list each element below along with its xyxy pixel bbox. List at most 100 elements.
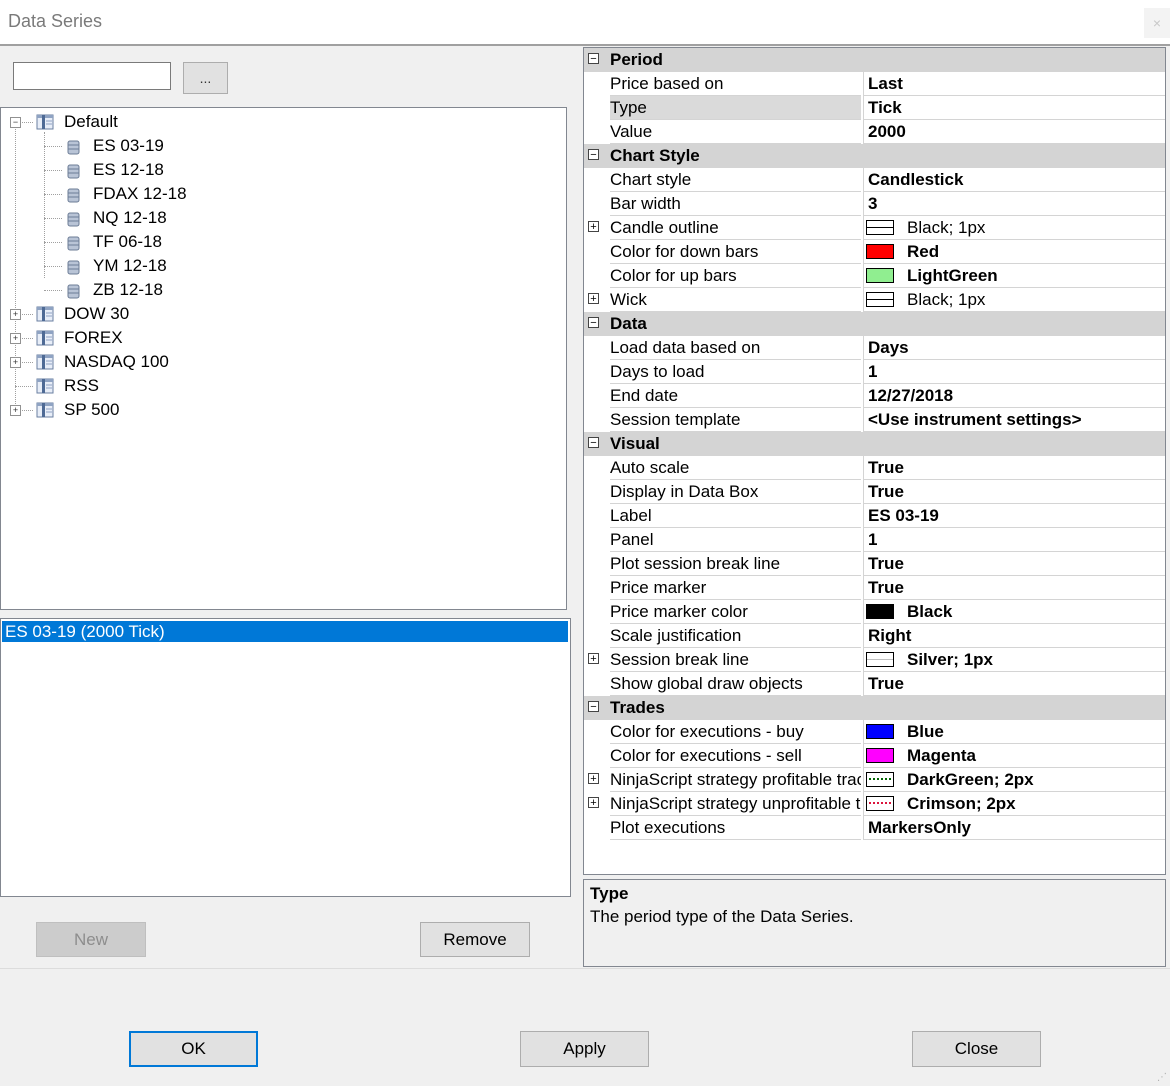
property-name[interactable]: Candle outline xyxy=(610,216,861,240)
property-value-cell[interactable]: Silver; 1px xyxy=(863,648,1165,672)
property-row-price-based-on[interactable]: Price based on Last xyxy=(584,72,1165,96)
collapse-icon[interactable]: − xyxy=(588,149,599,161)
tree-item-ym-12-18[interactable]: YM 12-18 xyxy=(1,254,561,278)
category-data[interactable]: − Data xyxy=(584,312,1165,336)
property-row-plot-executions[interactable]: Plot executions MarkersOnly xyxy=(584,816,1165,840)
remove-button[interactable]: Remove xyxy=(420,922,530,957)
expand-icon[interactable]: + xyxy=(10,333,21,344)
property-row-scale-justification[interactable]: Scale justification Right xyxy=(584,624,1165,648)
tree-item-nasdaq-100[interactable]: + NASDAQ 100 xyxy=(1,350,561,374)
property-name[interactable]: Price marker xyxy=(610,576,861,600)
property-value-cell[interactable]: True xyxy=(863,480,1165,504)
property-name[interactable]: Price marker color xyxy=(610,600,861,624)
property-name[interactable]: Load data based on xyxy=(610,336,861,360)
property-row-ninjascript-strategy-profitable-trac[interactable]: + NinjaScript strategy profitable trac Dar… xyxy=(584,768,1165,792)
property-value-cell[interactable]: Black xyxy=(863,600,1165,624)
tree-item-sp-500[interactable]: + SP 500 xyxy=(1,398,561,422)
property-name[interactable]: Color for executions - buy xyxy=(610,720,861,744)
property-row-session-break-line[interactable]: + Session break line Silver; 1px xyxy=(584,648,1165,672)
instrument-search-input[interactable] xyxy=(13,62,171,90)
data-series-list[interactable]: ES 03-19 (2000 Tick) xyxy=(0,618,571,897)
property-name[interactable]: End date xyxy=(610,384,861,408)
property-row-wick[interactable]: + Wick Black; 1px xyxy=(584,288,1165,312)
property-value-cell[interactable]: True xyxy=(863,672,1165,696)
property-name[interactable]: Plot executions xyxy=(610,816,861,840)
property-name[interactable]: Display in Data Box xyxy=(610,480,861,504)
category-period[interactable]: − Period xyxy=(584,48,1165,72)
property-name[interactable]: NinjaScript strategy unprofitable tr xyxy=(610,792,861,816)
property-name[interactable]: Session break line xyxy=(610,648,861,672)
property-name[interactable]: Bar width xyxy=(610,192,861,216)
property-name[interactable]: Auto scale xyxy=(610,456,861,480)
expand-icon[interactable]: + xyxy=(588,221,599,233)
close-button[interactable]: Close xyxy=(912,1031,1041,1067)
property-name[interactable]: NinjaScript strategy profitable trac xyxy=(610,768,861,792)
property-row-color-for-executions-sell[interactable]: Color for executions - sell Magenta xyxy=(584,744,1165,768)
expand-icon[interactable]: + xyxy=(588,773,599,785)
collapse-icon[interactable]: − xyxy=(588,317,599,329)
property-value-cell[interactable]: Crimson; 2px xyxy=(863,792,1165,816)
property-name[interactable]: Scale justification xyxy=(610,624,861,648)
property-name[interactable]: Chart style xyxy=(610,168,861,192)
expand-icon[interactable]: + xyxy=(588,293,599,305)
property-name[interactable]: Color for up bars xyxy=(610,264,861,288)
property-value-cell[interactable]: Blue xyxy=(863,720,1165,744)
property-value-cell[interactable]: Black; 1px xyxy=(863,288,1165,312)
property-row-label[interactable]: Label ES 03-19 xyxy=(584,504,1165,528)
property-row-display-in-data-box[interactable]: Display in Data Box True xyxy=(584,480,1165,504)
property-row-color-for-up-bars[interactable]: Color for up bars LightGreen xyxy=(584,264,1165,288)
property-row-ninjascript-strategy-unprofitable-tr[interactable]: + NinjaScript strategy unprofitable tr Cri… xyxy=(584,792,1165,816)
tree-item-nq-12-18[interactable]: NQ 12-18 xyxy=(1,206,561,230)
property-value-cell[interactable]: DarkGreen; 2px xyxy=(863,768,1165,792)
property-value-cell[interactable]: Magenta xyxy=(863,744,1165,768)
collapse-icon[interactable]: − xyxy=(588,53,599,65)
expand-icon[interactable]: + xyxy=(10,405,21,416)
property-value-cell[interactable]: True xyxy=(863,456,1165,480)
tree-item-dow-30[interactable]: + DOW 30 xyxy=(1,302,561,326)
expand-icon[interactable]: + xyxy=(588,653,599,665)
apply-button[interactable]: Apply xyxy=(520,1031,649,1067)
property-value-cell[interactable]: 1 xyxy=(863,528,1165,552)
tree-item-tf-06-18[interactable]: TF 06-18 xyxy=(1,230,561,254)
tree-item-fdax-12-18[interactable]: FDAX 12-18 xyxy=(1,182,561,206)
property-name[interactable]: Days to load xyxy=(610,360,861,384)
property-value-cell[interactable]: 3 xyxy=(863,192,1165,216)
instrument-tree[interactable]: − Default ES 03-19 ES 12-18 FDAX 12-18 NQ 12-… xyxy=(0,107,567,610)
property-row-color-for-down-bars[interactable]: Color for down bars Red xyxy=(584,240,1165,264)
property-row-end-date[interactable]: End date 12/27/2018 xyxy=(584,384,1165,408)
property-name[interactable]: Plot session break line xyxy=(610,552,861,576)
expand-icon[interactable]: + xyxy=(588,797,599,809)
browse-button[interactable]: ... xyxy=(183,62,228,94)
category-trades[interactable]: − Trades xyxy=(584,696,1165,720)
property-row-candle-outline[interactable]: + Candle outline Black; 1px xyxy=(584,216,1165,240)
collapse-icon[interactable]: − xyxy=(588,437,599,449)
property-row-price-marker-color[interactable]: Price marker color Black xyxy=(584,600,1165,624)
property-value-cell[interactable]: Tick xyxy=(863,96,1165,120)
property-value-cell[interactable]: <Use instrument settings> xyxy=(863,408,1165,432)
tree-item-rss[interactable]: RSS xyxy=(1,374,561,398)
property-name[interactable]: Session template xyxy=(610,408,861,432)
property-name[interactable]: Color for down bars xyxy=(610,240,861,264)
property-value-cell[interactable]: Right xyxy=(863,624,1165,648)
property-row-show-global-draw-objects[interactable]: Show global draw objects True xyxy=(584,672,1165,696)
property-value-cell[interactable]: Red xyxy=(863,240,1165,264)
tree-item-zb-12-18[interactable]: ZB 12-18 xyxy=(1,278,561,302)
property-value-cell[interactable]: MarkersOnly xyxy=(863,816,1165,840)
property-value-cell[interactable]: 2000 xyxy=(863,120,1165,144)
property-value-cell[interactable]: ES 03-19 xyxy=(863,504,1165,528)
tree-item-default[interactable]: − Default xyxy=(1,110,561,134)
property-name[interactable]: Type xyxy=(610,96,861,120)
property-row-days-to-load[interactable]: Days to load 1 xyxy=(584,360,1165,384)
property-row-bar-width[interactable]: Bar width 3 xyxy=(584,192,1165,216)
property-value-cell[interactable]: True xyxy=(863,552,1165,576)
property-row-auto-scale[interactable]: Auto scale True xyxy=(584,456,1165,480)
property-row-plot-session-break-line[interactable]: Plot session break line True xyxy=(584,552,1165,576)
property-name[interactable]: Color for executions - sell xyxy=(610,744,861,768)
property-value-cell[interactable]: LightGreen xyxy=(863,264,1165,288)
collapse-icon[interactable]: − xyxy=(588,701,599,713)
property-value-cell[interactable]: Days xyxy=(863,336,1165,360)
tree-item-es-03-19[interactable]: ES 03-19 xyxy=(1,134,561,158)
category-chart-style[interactable]: − Chart Style xyxy=(584,144,1165,168)
ok-button[interactable]: OK xyxy=(129,1031,258,1067)
property-name[interactable]: Wick xyxy=(610,288,861,312)
